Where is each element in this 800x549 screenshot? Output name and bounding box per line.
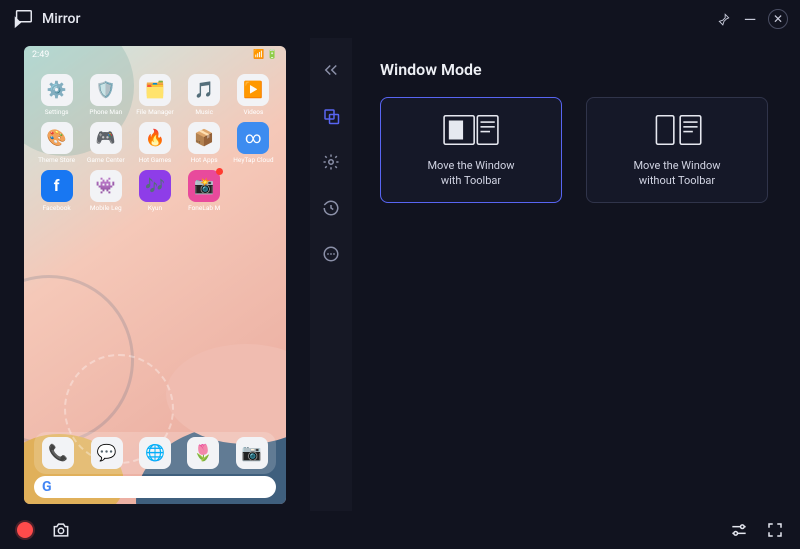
settings-icon: ⚙️ [41, 74, 73, 106]
display-settings-button[interactable] [728, 519, 750, 541]
app-item[interactable]: ∞HeyTap Cloud [231, 122, 276, 164]
camera-icon [51, 520, 71, 540]
expand-icon [766, 521, 784, 539]
app-item[interactable]: fFacebook [34, 170, 79, 212]
phone-statusbar: 2:49 📶 🔋 [32, 50, 278, 66]
dock-camera-icon[interactable]: 📷 [236, 437, 268, 469]
app-title: Mirror [42, 11, 716, 27]
google-search-bar[interactable]: G [34, 476, 276, 498]
minimize-button[interactable]: — [742, 11, 758, 27]
dock-phone-icon[interactable]: 📞 [42, 437, 74, 469]
music2-icon: 🎶 [139, 170, 171, 202]
music-icon: 🎵 [188, 74, 220, 106]
more-tab[interactable] [319, 242, 343, 266]
panel-title: Window Mode [380, 60, 772, 79]
settings-tab[interactable] [319, 150, 343, 174]
card-caption: Move the Windowwith Toolbar [427, 159, 514, 189]
settings-panel: Window Mode Move the Windowwith Toolbar [352, 38, 800, 511]
fonelab-icon: 📸 [188, 170, 220, 202]
folder-icon: 🗂️ [139, 74, 171, 106]
app-item[interactable]: 🗂️File Manager [132, 74, 177, 116]
record-button[interactable] [14, 519, 36, 541]
dock-messages-icon[interactable]: 💬 [91, 437, 123, 469]
cloud-icon: ∞ [237, 122, 269, 154]
titlebar: Mirror — ✕ [0, 0, 800, 38]
app-item[interactable]: 🎮Game Center [83, 122, 128, 164]
toolbar-window-icon [439, 111, 503, 149]
window-mode-tab[interactable] [319, 104, 343, 128]
phone-screen[interactable]: 2:49 📶 🔋 ⚙️Settings 🛡️Phone Man 🗂️File M… [24, 46, 286, 504]
sliders-icon [729, 520, 749, 540]
fire-icon: 🔥 [139, 122, 171, 154]
pin-button[interactable] [716, 11, 732, 27]
screenshot-button[interactable] [50, 519, 72, 541]
app-item[interactable]: 👾Mobile Leg [83, 170, 128, 212]
app-item[interactable]: 📦Hot Apps [182, 122, 227, 164]
dock-chrome-icon[interactable]: 🌐 [139, 437, 171, 469]
shield-icon: 🛡️ [90, 74, 122, 106]
app-item[interactable]: 🛡️Phone Man [83, 74, 128, 116]
phone-mirror-area: 2:49 📶 🔋 ⚙️Settings 🛡️Phone Man 🗂️File M… [0, 38, 310, 511]
app-item[interactable]: 🎶Kyun [132, 170, 177, 212]
record-icon [17, 522, 33, 538]
phone-dock: 📞 💬 🌐 🌷 📷 [34, 432, 276, 474]
app-item[interactable]: 📸FoneLab M [182, 170, 227, 212]
app-item[interactable]: 🎨Theme Store [34, 122, 79, 164]
window-mode-without-toolbar-card[interactable]: Move the Windowwithout Toolbar [586, 97, 768, 203]
app-item[interactable]: ⚙️Settings [34, 74, 79, 116]
no-toolbar-window-icon [645, 111, 709, 149]
side-toolbar [310, 38, 352, 511]
app-item[interactable]: 🔥Hot Games [132, 122, 177, 164]
apps-icon: 📦 [188, 122, 220, 154]
app-logo [12, 8, 34, 30]
theme-icon: 🎨 [41, 122, 73, 154]
play-icon: ▶️ [237, 74, 269, 106]
window-mode-with-toolbar-card[interactable]: Move the Windowwith Toolbar [380, 97, 562, 203]
facebook-icon: f [41, 170, 73, 202]
phone-time: 2:49 [32, 50, 49, 66]
history-tab[interactable] [319, 196, 343, 220]
close-button[interactable]: ✕ [768, 9, 788, 29]
game-icon: 🎮 [90, 122, 122, 154]
game2-icon: 👾 [90, 170, 122, 202]
phone-app-grid: ⚙️Settings 🛡️Phone Man 🗂️File Manager 🎵M… [34, 74, 276, 212]
fullscreen-button[interactable] [764, 519, 786, 541]
dock-gallery-icon[interactable]: 🌷 [187, 437, 219, 469]
card-caption: Move the Windowwithout Toolbar [633, 159, 720, 189]
app-item[interactable]: ▶️Videos [231, 74, 276, 116]
phone-status-icons: 📶 🔋 [253, 50, 278, 66]
app-item[interactable]: 🎵Music [182, 74, 227, 116]
bottom-bar [0, 511, 800, 549]
collapse-button[interactable] [319, 58, 343, 82]
